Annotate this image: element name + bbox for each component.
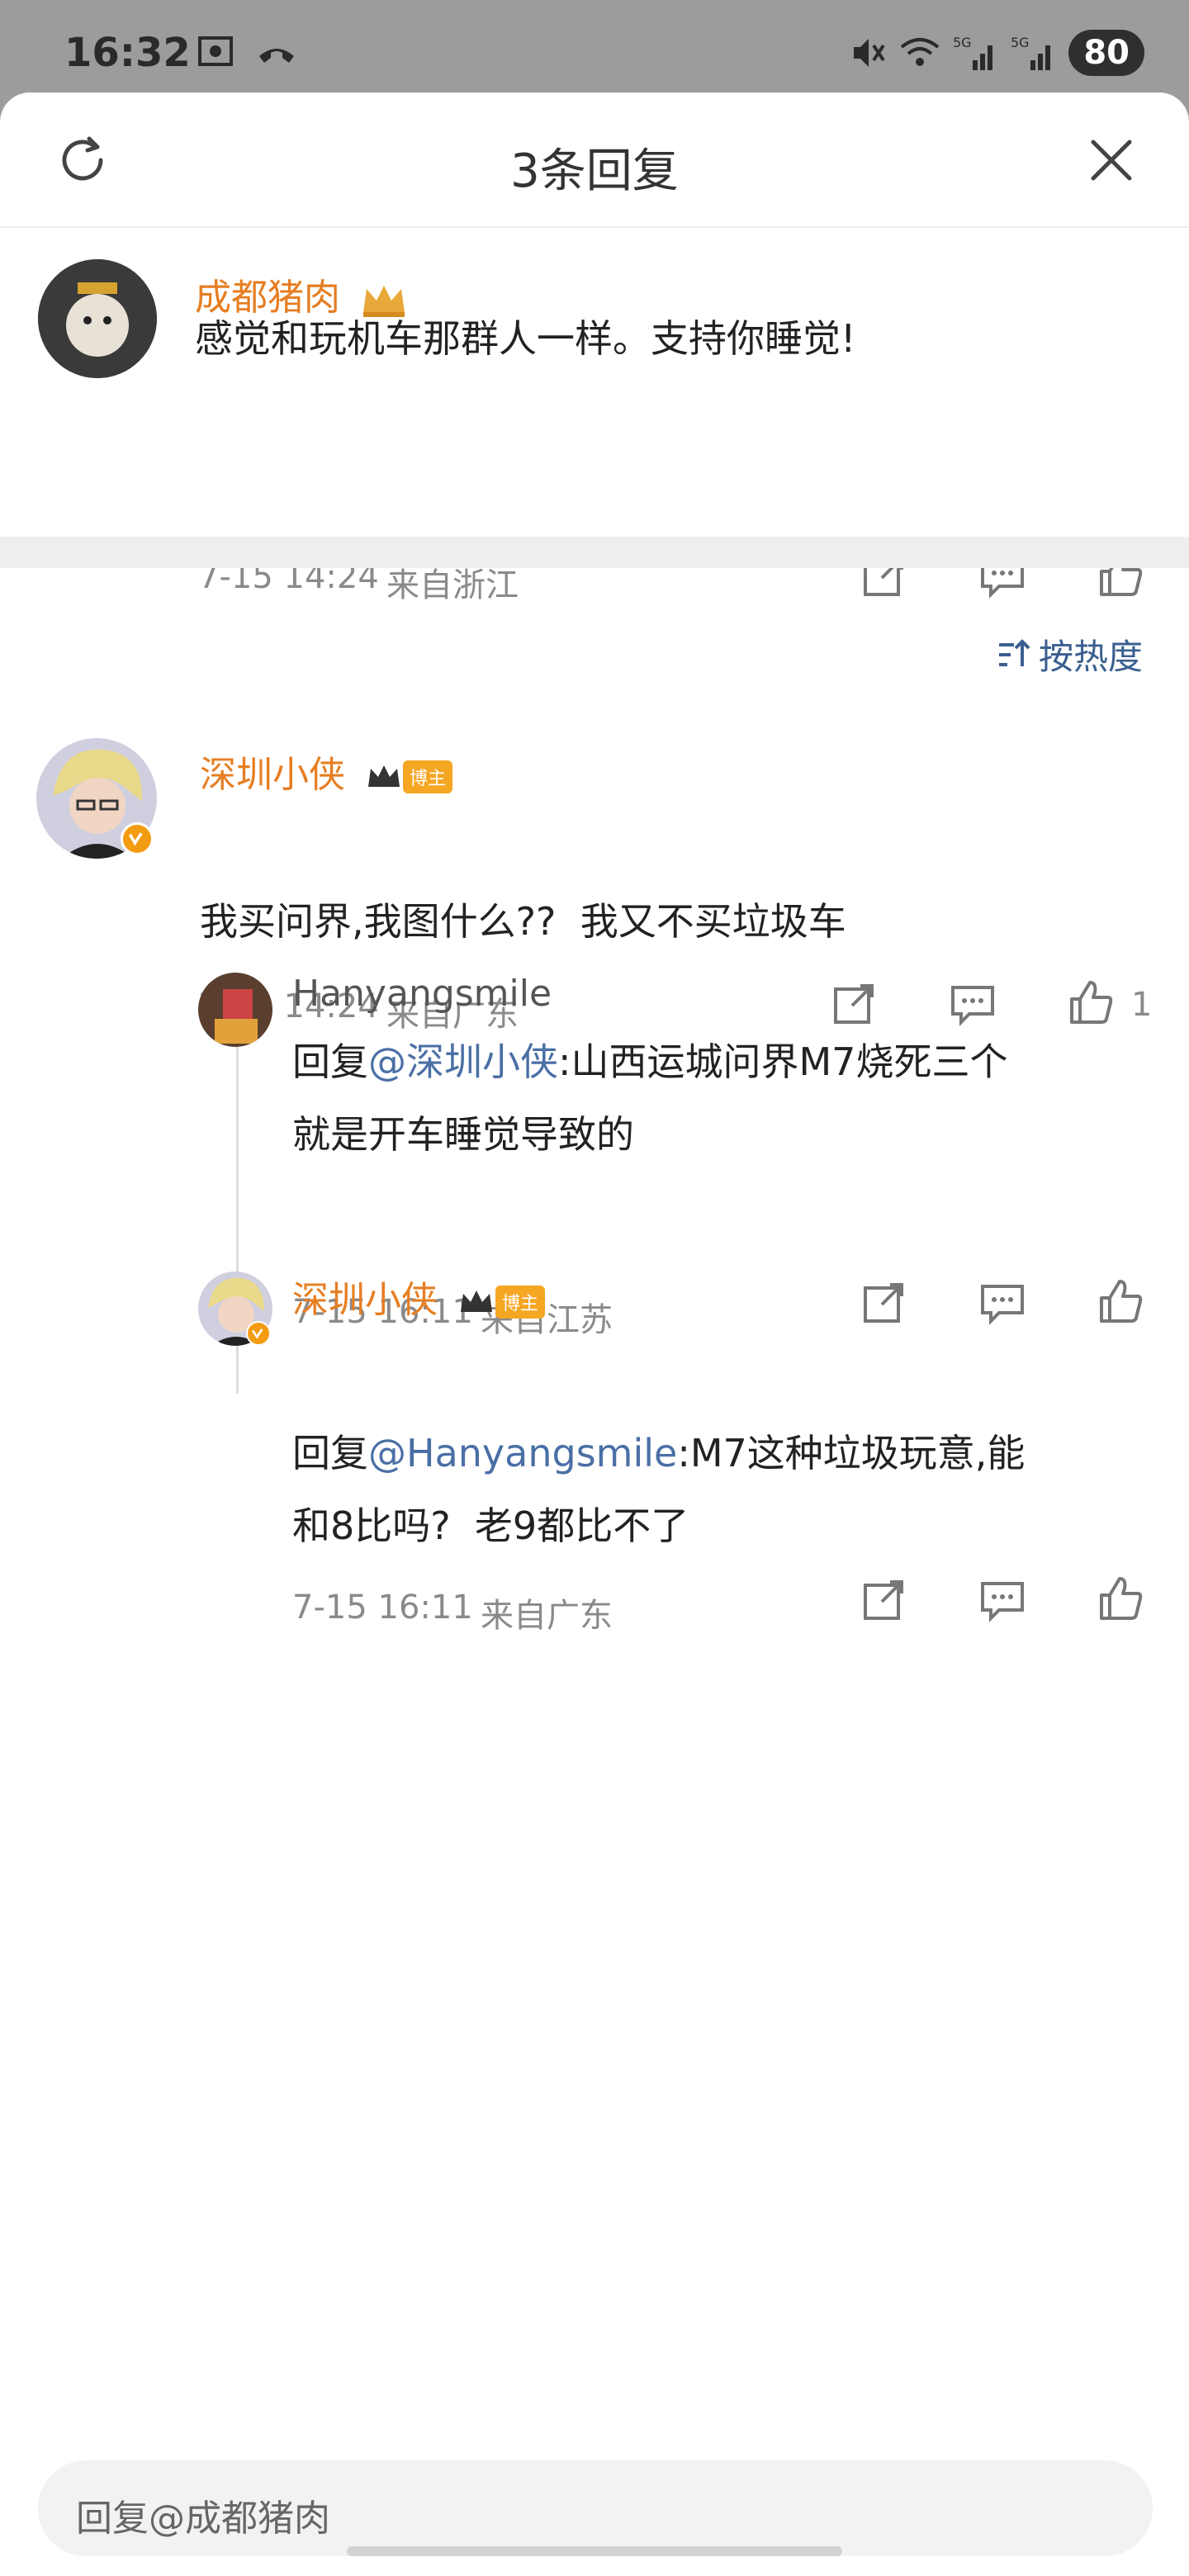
sort-toggle[interactable]: 按热度 xyxy=(996,629,1143,680)
reply-input[interactable]: 回复@成都猪肉 xyxy=(38,2460,1153,2556)
svg-text:5G: 5G xyxy=(953,35,972,50)
mention-link[interactable]: @深圳小侠 xyxy=(368,1039,558,1084)
missed-call-icon xyxy=(259,49,294,63)
avatar[interactable] xyxy=(198,973,272,1047)
wifi-icon xyxy=(901,38,940,66)
status-bar: 16:32 5G 5G 80 xyxy=(0,0,1189,92)
battery-indicator: 80 xyxy=(1068,30,1144,76)
share-icon[interactable] xyxy=(829,979,879,1029)
host-badge: 博主 xyxy=(403,760,453,793)
sort-label: 按热度 xyxy=(1038,637,1143,677)
svg-text:5G: 5G xyxy=(1011,35,1030,50)
sort-icon xyxy=(998,638,1030,666)
section-divider xyxy=(0,537,1189,568)
share-icon[interactable] xyxy=(859,1575,908,1625)
reply-prefix: 回复 xyxy=(292,1431,368,1475)
comment-icon[interactable] xyxy=(978,1575,1027,1625)
status-time: 16:32 xyxy=(64,30,191,76)
reply-time: 7-15 16:11 xyxy=(292,1589,473,1627)
verified-badge-icon xyxy=(121,822,154,855)
mute-icon xyxy=(854,39,885,67)
reply-author[interactable]: 深圳小侠 博主 xyxy=(292,1270,546,1323)
signal-5g-icon: 5G xyxy=(953,35,993,70)
comment-text: 感觉和玩机车那群人一样。支持你睡觉! xyxy=(195,316,856,361)
signal-5g-icon-2: 5G xyxy=(1011,35,1051,70)
reply-text-line1: :M7这种垃圾玩意,能 xyxy=(677,1431,1026,1475)
status-left-icons xyxy=(195,33,297,69)
host-badge: 博主 xyxy=(495,1286,546,1319)
close-icon[interactable] xyxy=(1083,132,1139,188)
reply-text: 我买问界,我图什么?? 我又不买垃圾车 xyxy=(200,899,846,944)
reply-location: 来自广东 xyxy=(481,1597,613,1635)
reply-author-name[interactable]: Hanyangsmile xyxy=(292,973,552,1015)
crown-icon xyxy=(368,765,400,787)
share-icon[interactable] xyxy=(859,1278,908,1328)
like-count: 1 xyxy=(1131,986,1153,1024)
avatar[interactable] xyxy=(38,259,157,378)
reply-input-placeholder: 回复@成都猪肉 xyxy=(76,2498,330,2540)
comment-icon[interactable] xyxy=(978,1278,1027,1328)
reply-author-name[interactable]: 深圳小侠 xyxy=(200,754,345,796)
reply-text-line2: 就是开车睡觉导致的 xyxy=(292,1112,634,1157)
like-icon[interactable] xyxy=(1065,978,1115,1027)
sheet-header: 3条回复 xyxy=(0,92,1189,228)
page-title: 3条回复 xyxy=(510,144,679,198)
reply-sheet: 3条回复 成都猪肉 感觉和玩机车那群人一样。支持你睡觉! 7-15 14:24 … xyxy=(0,92,1189,2576)
like-icon[interactable] xyxy=(1095,1574,1144,1623)
reply-author[interactable]: 深圳小侠 博主 xyxy=(200,745,453,798)
reply-text-line1: :山西运城问界M7烧死三个 xyxy=(558,1039,1008,1084)
verified-badge-icon xyxy=(246,1321,271,1346)
status-right-icons: 5G 5G 80 xyxy=(849,30,1144,76)
reply-author-name[interactable]: 深圳小侠 xyxy=(292,1279,438,1321)
like-icon[interactable] xyxy=(1095,1276,1144,1326)
comment-icon[interactable] xyxy=(948,979,997,1029)
mention-link[interactable]: @Hanyangsmile xyxy=(368,1431,677,1475)
reply-text: 回复@Hanyangsmile:M7这种垃圾玩意,能 和8比吗? 老9都比不了 xyxy=(292,1417,1025,1562)
home-indicator[interactable] xyxy=(347,2546,842,2556)
crown-icon xyxy=(461,1290,492,1312)
reply-prefix: 回复 xyxy=(292,1039,368,1084)
screenshot-icon xyxy=(198,36,233,66)
reply-text-line2: 和8比吗? 老9都比不了 xyxy=(292,1503,689,1548)
reply-text: 回复@深圳小侠:山西运城问界M7烧死三个 就是开车睡觉导致的 xyxy=(292,1025,1007,1171)
